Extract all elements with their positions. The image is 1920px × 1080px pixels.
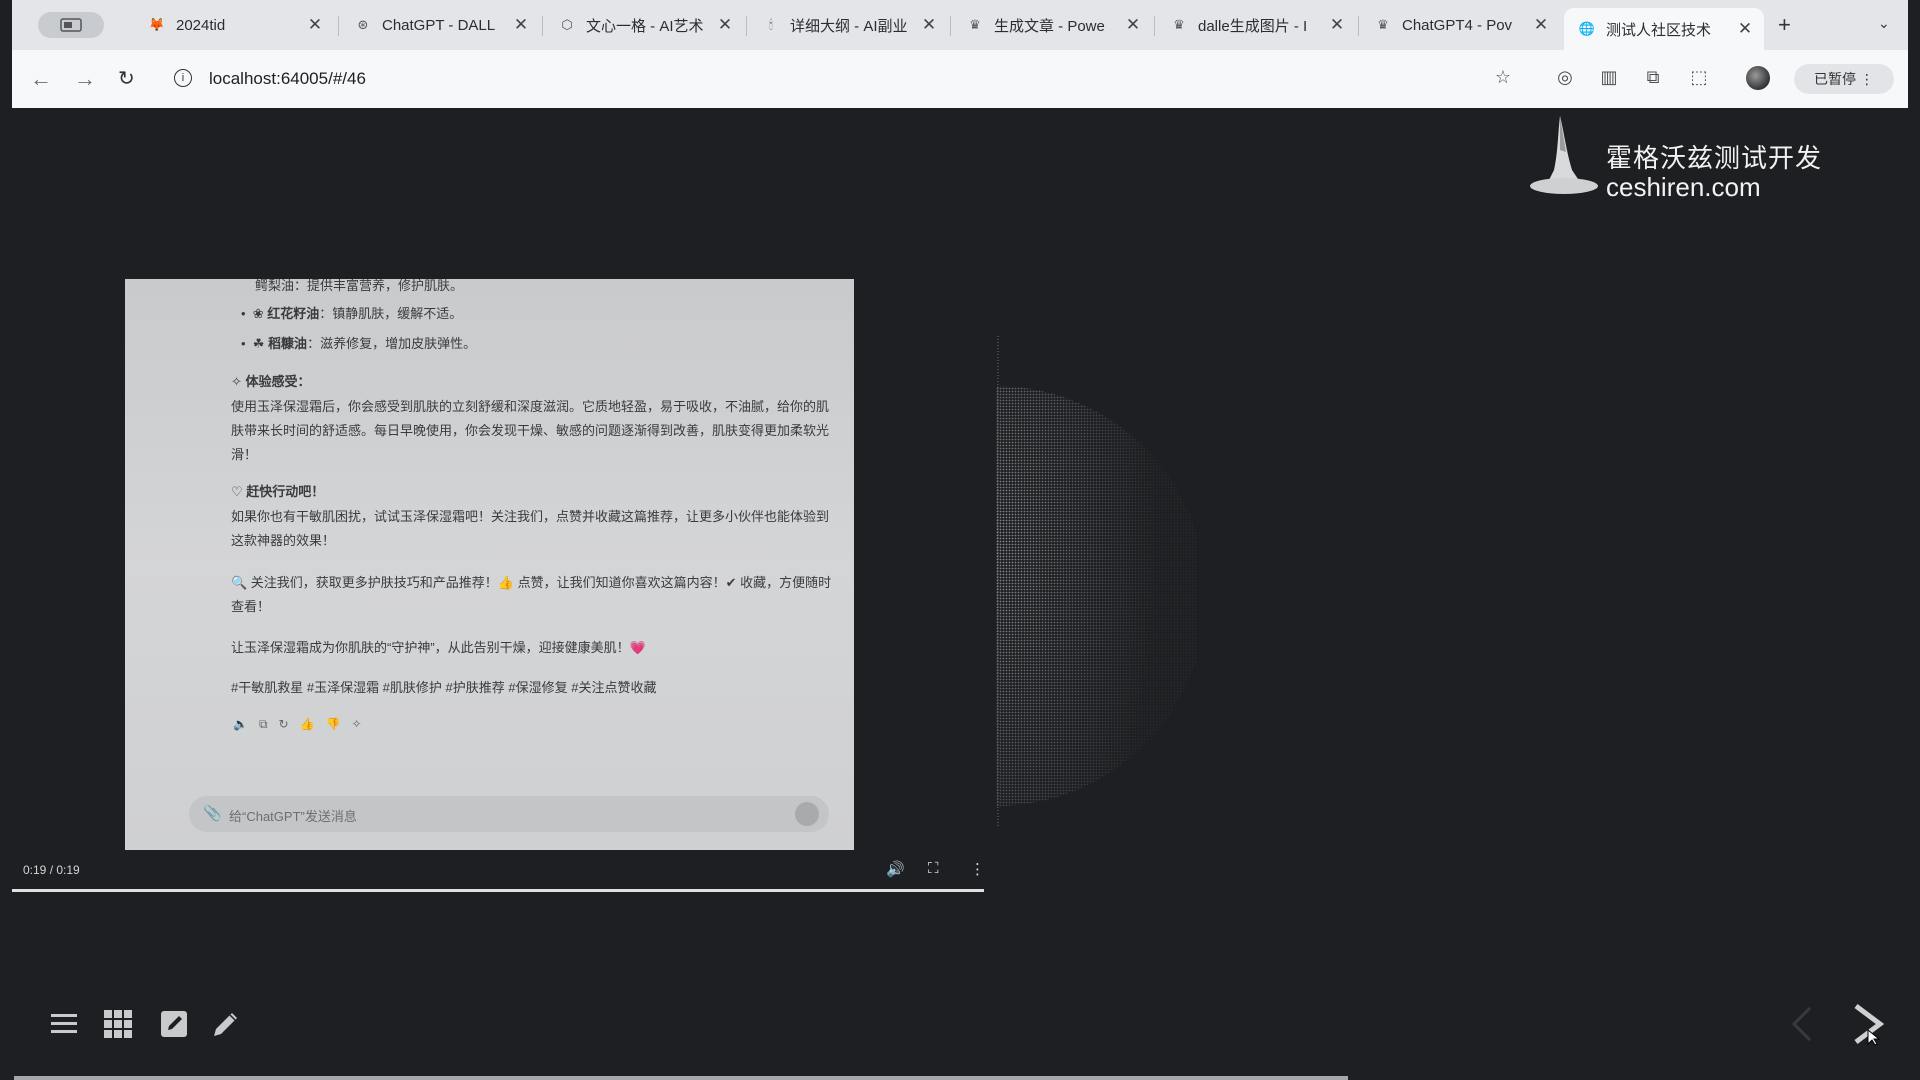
heading-text: 赶快行动吧！ [246,484,325,499]
action-heading: ♡ 赶快行动吧！ [231,484,325,499]
tab-title: 生成文章 - Powe [994,17,1105,35]
site-info-icon[interactable]: i [174,69,192,87]
grid-overview-icon[interactable] [102,1008,134,1040]
chat-input-box: 📎 给“ChatGPT”发送消息 [189,796,829,832]
video-bullet-safflower: • ❀ 红花籽油：镇静肌肤，缓解不适。 [241,306,463,321]
experience-heading: ✧ 体验感受： [231,374,311,389]
new-tab-plus-icon[interactable]: + [1778,12,1791,38]
close-icon[interactable]: ✕ [716,15,734,35]
tab-separator [950,16,951,36]
crown-icon: ♛ [1377,17,1389,32]
close-icon[interactable]: ✕ [306,15,324,35]
browser-window: 🦊 2024tid ✕ ⊛ ChatGPT - DALL ✕ ⬡ 文心一格 - … [12,0,1908,108]
crown-icon: ♛ [969,17,981,32]
openai-icon: ⊛ [357,17,369,32]
globe-icon: 🌐 [1578,21,1596,36]
logo-chinese-name: 霍格沃兹测试开发 [1606,143,1823,173]
close-icon[interactable]: ✕ [920,15,938,35]
bookmark-star-icon[interactable]: ☆ [1492,67,1514,89]
slide-progress-bar [14,1076,1349,1080]
crown-icon: ♛ [1173,17,1185,32]
bullet-label: 稻糠油 [268,336,308,351]
tab-title: ChatGPT4 - Pov [1402,16,1513,34]
tab-menu-chevron-icon[interactable]: ⌄ [1878,15,1890,32]
tab-generate-article[interactable]: ♛ 生成文章 - Powe ✕ [952,8,1152,42]
tab-search-button[interactable] [38,12,104,38]
tab-list-icon [60,18,82,32]
close-icon[interactable]: ✕ [1532,15,1550,35]
profile-status-button[interactable]: 已暂停 ⋮ [1794,64,1894,94]
tab-separator [1154,16,1155,36]
previous-slide-arrow-icon[interactable] [1792,1006,1812,1042]
bullet-text: ：镇静肌肤，缓解不适。 [319,306,463,321]
tab-title: 文心一格 - AI艺术 [586,17,704,35]
logo-domain: ceshiren.com [1606,172,1761,202]
profile-avatar[interactable] [1746,66,1770,90]
action-paragraph: 如果你也有干敏肌困扰，试试玉泽保湿霜吧！关注我们，点赞并收藏这篇推荐，让更多小伙… [231,509,830,548]
tab-separator [338,16,339,36]
tab-title: dalle生成图片 - I [1198,17,1308,35]
send-button-icon [795,802,819,826]
video-time-display: 0:19 / 0:19 [23,863,80,877]
tab-dalle-images[interactable]: ♛ dalle生成图片 - I ✕ [1156,8,1356,42]
more-options-icon[interactable]: ⋮ [970,860,985,878]
reload-icon[interactable]: ↻ [118,66,135,91]
video-bullet-avocado: 鳄梨油：提供丰富营养，修护肌肤。 [255,279,464,293]
tab-2024tid[interactable]: 🦊 2024tid ✕ [134,8,334,42]
tab-ceshiren-active[interactable]: 🌐 测试人社区技术 ✕ [1564,8,1764,50]
video-controls-bar: 0:19 / 0:19 🔊 ⛶ ⋮ [12,856,985,896]
tab-title: 2024tid [176,16,226,34]
address-toolbar: ← → ↻ i localhost:64005/#/46 ☆ ◎ ▥ ⧉ ⬚ 已… [12,50,1908,108]
closing-line: 让玉泽保湿霜成为你肌肤的“守护神”，从此告别干燥，迎接健康美肌！💗 [231,640,646,655]
embedded-video[interactable]: 鳄梨油：提供丰富营养，修护肌肤。 • ❀ 红花籽油：镇静肌肤，缓解不适。 • ☘… [125,279,854,850]
extensions-puzzle-icon[interactable]: ⬚ [1688,67,1710,89]
heading-text: 体验感受： [245,374,311,389]
video-bullet-ricebran: • ☘ 稻糠油：滋养修复，增加皮肤弹性。 [241,336,477,351]
menu-hamburger-icon[interactable] [48,1008,80,1040]
extension-translate-icon[interactable]: ◎ [1554,67,1576,89]
pencil-draw-icon[interactable] [210,1008,242,1040]
close-icon[interactable]: ✕ [1328,15,1346,35]
tab-chatgpt4[interactable]: ♛ ChatGPT4 - Pov ✕ [1360,8,1560,42]
bullet-label: 红花籽油 [267,306,320,321]
close-icon[interactable]: ✕ [1124,15,1142,35]
hashtag-line: #干敏肌救星 #玉泽保湿霜 #肌肤修护 #护肤推荐 #保湿修复 #关注点赞收藏 [231,680,657,695]
tab-strip: 🦊 2024tid ✕ ⊛ ChatGPT - DALL ✕ ⬡ 文心一格 - … [12,0,1908,50]
candle-icon: 🕯 [769,17,773,32]
profile-status-label: 已暂停 [1814,71,1857,87]
tab-chatgpt-dall[interactable]: ⊛ ChatGPT - DALL ✕ [340,8,540,42]
edit-note-icon[interactable] [158,1008,190,1040]
bullet-text: ：滋养修复，增加皮肤弹性。 [307,336,477,351]
address-bar[interactable]: localhost:64005/#/46 [209,69,366,89]
back-arrow-icon[interactable]: ← [30,66,52,92]
tab-title: 详细大纲 - AI副业 [790,17,908,35]
tab-separator [746,16,747,36]
tab-title: 测试人社区技术 [1606,21,1712,39]
close-icon[interactable]: ✕ [1736,19,1754,39]
next-slide-arrow-icon[interactable] [1850,1002,1890,1046]
gitlab-fox-icon: 🦊 [148,17,166,32]
follow-paragraph: 🔍 关注我们，获取更多护肤技巧和产品推荐！👍 点赞，让我们知道你喜欢这篇内容！✔… [231,575,832,614]
tab-title: ChatGPT - DALL [382,16,496,34]
dotted-loading-spinner [996,336,1196,826]
video-progress-bar[interactable] [12,889,984,892]
experience-paragraph: 使用玉泽保湿霜后，你会感受到肌肤的立刻舒缓和深度滋润。它质地轻盈，易于吸收，不油… [231,399,830,462]
tab-separator [542,16,543,36]
volume-icon[interactable]: 🔊 [886,860,905,878]
message-action-icons: 🔈⧉↻👍👎✧ [233,717,373,731]
forward-arrow-icon[interactable]: → [74,66,96,92]
tab-wenxin[interactable]: ⬡ 文心一格 - AI艺术 ✕ [544,8,744,42]
extension-screenshot-icon[interactable]: ⧉ [1642,67,1664,89]
extension-reader-icon[interactable]: ▥ [1598,67,1620,89]
fullscreen-icon[interactable]: ⛶ [928,860,939,877]
wenxin-icon: ⬡ [561,17,573,32]
tab-separator [1358,16,1359,36]
chat-input-placeholder: 给“ChatGPT”发送消息 [229,809,357,824]
tab-outline[interactable]: 🕯 详细大纲 - AI副业 ✕ [748,8,948,42]
close-icon[interactable]: ✕ [512,15,530,35]
paperclip-icon: 📎 [203,805,222,822]
